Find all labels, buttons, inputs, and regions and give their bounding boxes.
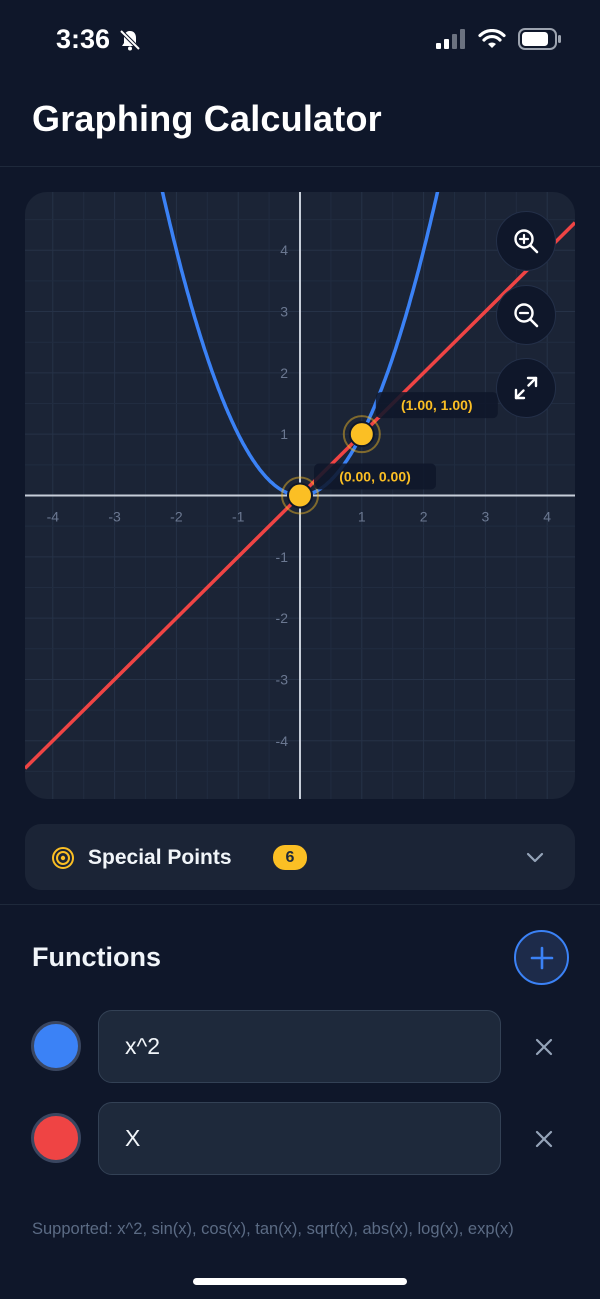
close-icon[interactable] [532, 1035, 556, 1059]
section-divider [0, 904, 600, 905]
x-tick-label: -3 [108, 509, 121, 525]
y-tick-label: 1 [280, 426, 288, 442]
zoom-out-icon [514, 303, 539, 328]
header-divider [0, 166, 600, 167]
plus-icon [530, 946, 553, 969]
graph-plot[interactable]: -4 -3 -2 -1 1 2 3 4 4 3 2 1 -1 -2 -3 -4 (0.00, 0.00) (1.… [25, 192, 575, 799]
zoom-in-button[interactable] [496, 211, 556, 271]
wifi-icon [478, 29, 506, 48]
zoom-out-button[interactable] [496, 285, 556, 345]
function-color-swatch[interactable] [31, 1021, 81, 1071]
functions-title: Functions [32, 942, 161, 972]
special-point-marker [348, 421, 375, 448]
special-points-panel[interactable]: Special Points 6 [25, 824, 575, 890]
status-bar: 3:36 [0, 0, 600, 80]
add-function-button[interactable] [514, 930, 569, 985]
special-point-marker [287, 482, 313, 509]
expand-icon [514, 376, 538, 400]
y-tick-label: -4 [276, 733, 289, 749]
y-tick-label: 3 [280, 304, 288, 320]
close-icon[interactable] [532, 1127, 556, 1151]
x-tick-label: -4 [47, 509, 60, 525]
function-input[interactable] [98, 1102, 501, 1175]
zoom-in-icon [514, 229, 539, 254]
status-indicators [436, 28, 562, 50]
function-input[interactable] [98, 1010, 501, 1083]
x-tick-label: 4 [543, 509, 551, 525]
special-points-label: Special Points [88, 846, 232, 869]
page-title: Graphing Calculator [32, 98, 382, 139]
x-tick-label: 1 [358, 509, 366, 525]
y-tick-label: -2 [276, 610, 289, 626]
supported-functions-note: Supported: x^2, sin(x), cos(x), tan(x), … [32, 1220, 514, 1238]
x-tick-label: -1 [232, 509, 245, 525]
y-tick-label: -3 [276, 671, 289, 687]
home-indicator [193, 1278, 407, 1285]
chevron-down-icon[interactable] [525, 849, 545, 865]
special-point-label: (1.00, 1.00) [401, 397, 473, 413]
function-color-swatch[interactable] [31, 1113, 81, 1163]
special-points-count-badge: 6 [273, 845, 307, 870]
y-tick-label: 4 [280, 242, 288, 258]
x-tick-label: -2 [170, 509, 183, 525]
battery-icon [518, 28, 561, 50]
target-icon [52, 847, 74, 869]
status-time: 3:36 [56, 24, 111, 54]
graph-canvas[interactable]: -4 -3 -2 -1 1 2 3 4 4 3 2 1 -1 -2 -3 -4 (0.00, 0.00) (1.… [25, 192, 575, 799]
special-point-label: (0.00, 0.00) [339, 469, 411, 485]
y-tick-label: -1 [276, 549, 289, 565]
silent-bell-icon [119, 29, 141, 51]
expand-button[interactable] [496, 358, 556, 418]
cellular-signal-icon [436, 29, 465, 49]
x-tick-label: 2 [420, 509, 428, 525]
y-tick-label: 2 [280, 365, 288, 381]
x-tick-label: 3 [481, 509, 489, 525]
